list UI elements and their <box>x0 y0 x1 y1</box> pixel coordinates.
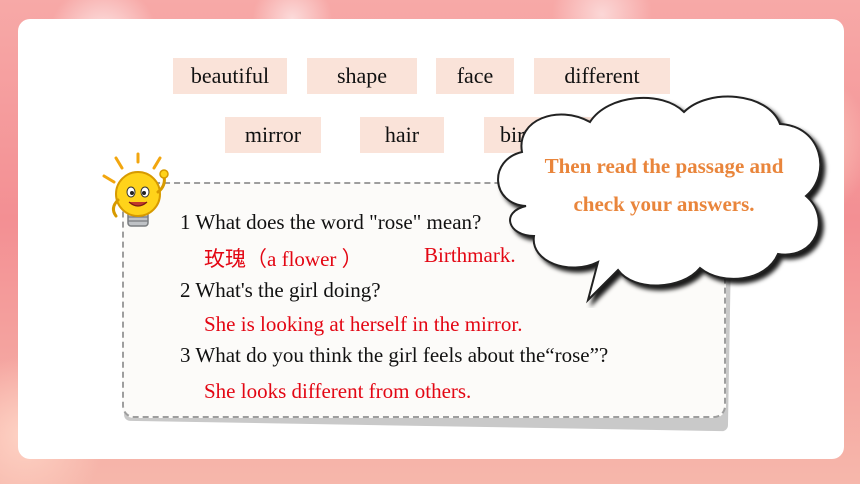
bubble-line-1: Then read the passage and <box>544 154 784 178</box>
question-2: 2 What's the girl doing? <box>180 278 381 302</box>
question-1: 1 What does the word "rose" mean? <box>180 210 482 234</box>
word-card-beautiful[interactable]: beautiful <box>173 58 287 94</box>
lightbulb-icon <box>102 152 169 227</box>
answer-2: She is looking at herself in the mirror. <box>204 312 523 336</box>
question-3: 3 What do you think the girl feels about… <box>180 343 609 367</box>
bubble-line-2: check your answers. <box>573 192 755 216</box>
word-card-hair[interactable]: hair <box>360 117 444 153</box>
word-card-shape[interactable]: shape <box>307 58 417 94</box>
word-card-mirror[interactable]: mirror <box>225 117 321 153</box>
answer-1-chinese: 玫瑰（a flower ） <box>204 247 363 271</box>
answer-3: She looks different from others. <box>204 379 472 403</box>
